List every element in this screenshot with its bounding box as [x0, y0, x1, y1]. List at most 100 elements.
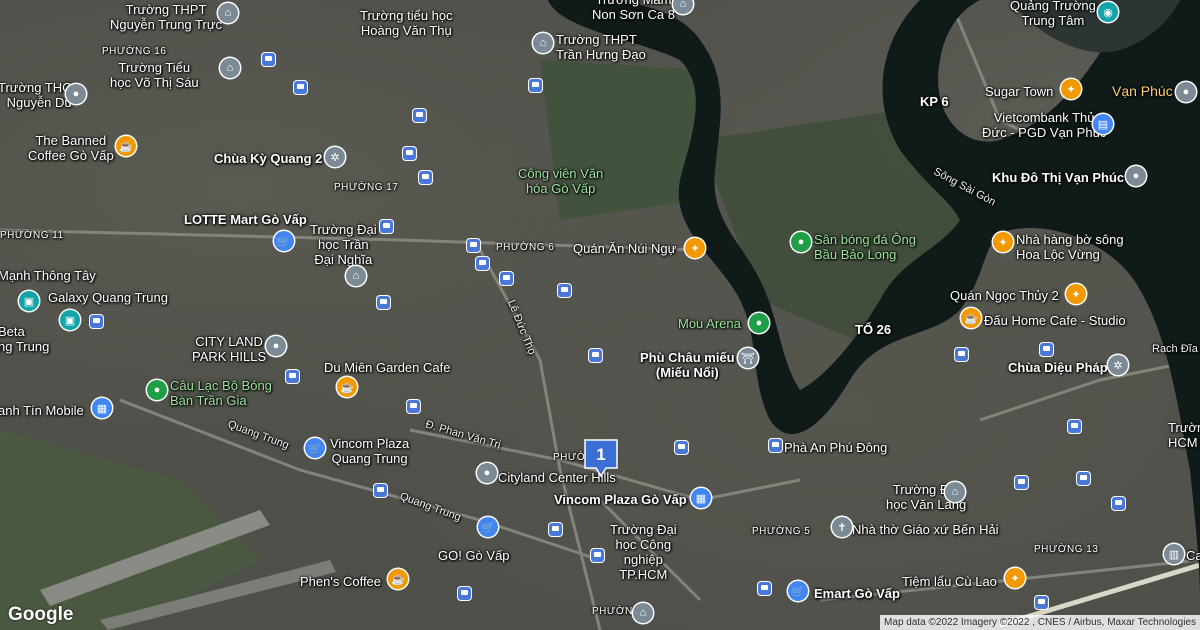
- bus-stop-icon[interactable]: [377, 296, 390, 309]
- map-marker[interactable]: 1: [583, 438, 619, 478]
- food-pin-icon[interactable]: ✦: [993, 232, 1013, 252]
- bus-stop-icon[interactable]: [286, 370, 299, 383]
- cafe-pin-icon[interactable]: ☕: [116, 136, 136, 156]
- shopping-pin-icon[interactable]: 🛒: [274, 231, 294, 251]
- church-pin-icon[interactable]: ✝: [832, 517, 852, 537]
- bus-stop-icon[interactable]: [1040, 343, 1053, 356]
- temple-pin-icon[interactable]: ⛩: [738, 348, 758, 368]
- bus-stop-icon[interactable]: [407, 400, 420, 413]
- bus-stop-icon[interactable]: [262, 53, 275, 66]
- school-pin-icon[interactable]: ⌂: [218, 3, 238, 23]
- label-vincom-quang-trung: Vincom Plaza Quang Trung: [330, 436, 410, 466]
- cafe-pin-icon[interactable]: ☕: [388, 569, 408, 589]
- bus-stop-icon[interactable]: [403, 147, 416, 160]
- label-cong-vien: Công viên Văn hóa Gò Vấp: [518, 166, 604, 196]
- school-pin-icon[interactable]: ⌂: [346, 266, 366, 286]
- google-logo: Google: [8, 604, 74, 625]
- bank-pin-icon[interactable]: ▤: [1093, 114, 1113, 134]
- label-phuong-6: PHƯỜNG 6: [496, 242, 555, 253]
- label-thpt-nguyen-trung-truc: Trường THPT Nguyễn Trung Trực: [110, 2, 223, 32]
- location-pin-icon[interactable]: ●: [477, 463, 497, 483]
- food-pin-icon[interactable]: ✦: [685, 238, 705, 258]
- bus-stop-icon[interactable]: [591, 549, 604, 562]
- food-pin-icon[interactable]: ✦: [1066, 284, 1086, 304]
- bus-stop-icon[interactable]: [500, 272, 513, 285]
- bus-stop-icon[interactable]: [380, 220, 393, 233]
- label-dai-hoc-tran-dai-nghia: Trường Đại học Trần Đại Nghĩa: [310, 222, 377, 267]
- label-dau-home: Đấu Home Cafe - Studio: [984, 313, 1126, 328]
- school-pin-icon[interactable]: ⌂: [945, 482, 965, 502]
- food-pin-icon[interactable]: ✦: [1061, 79, 1081, 99]
- label-quang-truong-trung-tam: Quảng Trường Trung Tâm: [1010, 0, 1096, 28]
- bus-stop-icon[interactable]: [955, 348, 968, 361]
- bus-stop-icon[interactable]: [529, 79, 542, 92]
- label-phuong-13: PHƯỜNG 13: [1034, 544, 1099, 555]
- school-pin-icon[interactable]: ⌂: [220, 58, 240, 78]
- temple-pin-icon[interactable]: ✲: [325, 147, 345, 167]
- shopping-pin-icon[interactable]: 🛒: [788, 581, 808, 601]
- label-vietcombank: Vietcombank Thủ Đức - PGD Vạn Phúc: [982, 110, 1107, 140]
- bus-stop-icon[interactable]: [549, 523, 562, 536]
- bus-stop-icon[interactable]: [294, 81, 307, 94]
- label-phuong-17: PHƯỜNG 17: [334, 182, 399, 193]
- label-quan-ngoc-thuy: Quán Ngọc Thủy 2: [950, 288, 1059, 303]
- label-phu-chau-mieu: Phù Châu miếu (Miếu Nổi): [640, 350, 735, 380]
- bus-stop-icon[interactable]: [758, 582, 771, 595]
- location-pin-icon[interactable]: ●: [1126, 166, 1146, 186]
- label-nha-tho: Nhà thờ Giáo xứ Bến Hải: [852, 522, 999, 537]
- school-pin-icon[interactable]: ⌂: [633, 603, 653, 623]
- label-thpt-tran-hung-dao: Trường THPT Trần Hưng Đạo: [556, 32, 646, 62]
- bus-stop-icon[interactable]: [1112, 497, 1125, 510]
- label-right-edge-hcm: TrườngHCM: [1168, 420, 1200, 450]
- cinema-pin-icon[interactable]: ▣: [19, 291, 39, 311]
- map-attribution[interactable]: Map data ©2022 Imagery ©2022 , CNES / Ai…: [880, 615, 1200, 630]
- cinema-pin-icon[interactable]: ▣: [60, 310, 80, 330]
- label-cau-lac-bo: Câu Lạc Bộ Bóng Bàn Trần Gia: [170, 378, 272, 408]
- food-pin-icon[interactable]: ✦: [1005, 568, 1025, 588]
- label-chua-ky-quang: Chùa Kỳ Quang 2: [214, 151, 323, 166]
- location-pin-icon[interactable]: ●: [266, 336, 286, 356]
- label-dai-hoc-cong-nghiep: Trường Đại học Công nghiệp TP.HCM: [610, 522, 677, 582]
- bus-stop-icon[interactable]: [589, 349, 602, 362]
- label-ca: Ca: [1186, 548, 1200, 563]
- transit-pin-icon[interactable]: ▥: [1164, 544, 1184, 564]
- cafe-pin-icon[interactable]: ☕: [337, 377, 357, 397]
- bus-stop-icon[interactable]: [1077, 472, 1090, 485]
- cafe-pin-icon[interactable]: ☕: [961, 308, 981, 328]
- bus-stop-icon[interactable]: [419, 171, 432, 184]
- camera-pin-icon[interactable]: ◉: [1098, 2, 1118, 22]
- label-emart: Emart Gò Vấp: [814, 586, 900, 601]
- shopping-bag-pin-icon[interactable]: ▦: [691, 488, 711, 508]
- bus-stop-icon[interactable]: [476, 257, 489, 270]
- satellite-map[interactable]: Trường THPT Nguyễn Trung Trực Trường tiểu…: [0, 0, 1200, 630]
- location-pin-icon[interactable]: ●: [66, 84, 86, 104]
- shopping-pin-icon[interactable]: 🛒: [478, 517, 498, 537]
- ferry-stop-icon[interactable]: [769, 439, 782, 452]
- bus-stop-icon[interactable]: [458, 587, 471, 600]
- school-pin-icon[interactable]: ⌂: [533, 33, 553, 53]
- bus-stop-icon[interactable]: [467, 239, 480, 252]
- location-pin-icon[interactable]: ●: [1176, 82, 1196, 102]
- bus-stop-icon[interactable]: [90, 315, 103, 328]
- bus-stop-icon[interactable]: [413, 109, 426, 122]
- bus-stop-icon[interactable]: [374, 484, 387, 497]
- bus-stop-icon[interactable]: [1015, 476, 1028, 489]
- label-nha-hang-bo-song: Nhà hàng bờ sông Hoa Lộc Vừng: [1016, 232, 1124, 262]
- sports-pin-icon[interactable]: ●: [147, 380, 167, 400]
- bus-stop-icon[interactable]: [1068, 420, 1081, 433]
- label-khu-do-thi-van-phuc: Khu Đô Thị Vạn Phúc: [992, 170, 1125, 185]
- label-chua-dieu-phap: Chùa Diệu Pháp: [1008, 360, 1108, 375]
- bus-stop-icon[interactable]: [1035, 596, 1048, 609]
- stadium-pin-icon[interactable]: ●: [791, 232, 811, 252]
- shopping-pin-icon[interactable]: 🛒: [305, 438, 325, 458]
- temple-pin-icon[interactable]: ✲: [1108, 355, 1128, 375]
- label-mou-arena: Mou Arena: [678, 316, 741, 331]
- stadium-pin-icon[interactable]: ●: [749, 313, 769, 333]
- label-phuong-5: PHƯỜNG 5: [752, 526, 811, 537]
- label-du-mien: Du Miên Garden Cafe: [324, 360, 451, 375]
- shopping-bag-pin-icon[interactable]: ▦: [92, 398, 112, 418]
- bus-stop-icon[interactable]: [558, 284, 571, 297]
- marker-pin-icon: 1: [584, 439, 618, 478]
- bus-stop-icon[interactable]: [675, 441, 688, 454]
- label-thanh-tin: anh Tín Mobile: [0, 403, 84, 418]
